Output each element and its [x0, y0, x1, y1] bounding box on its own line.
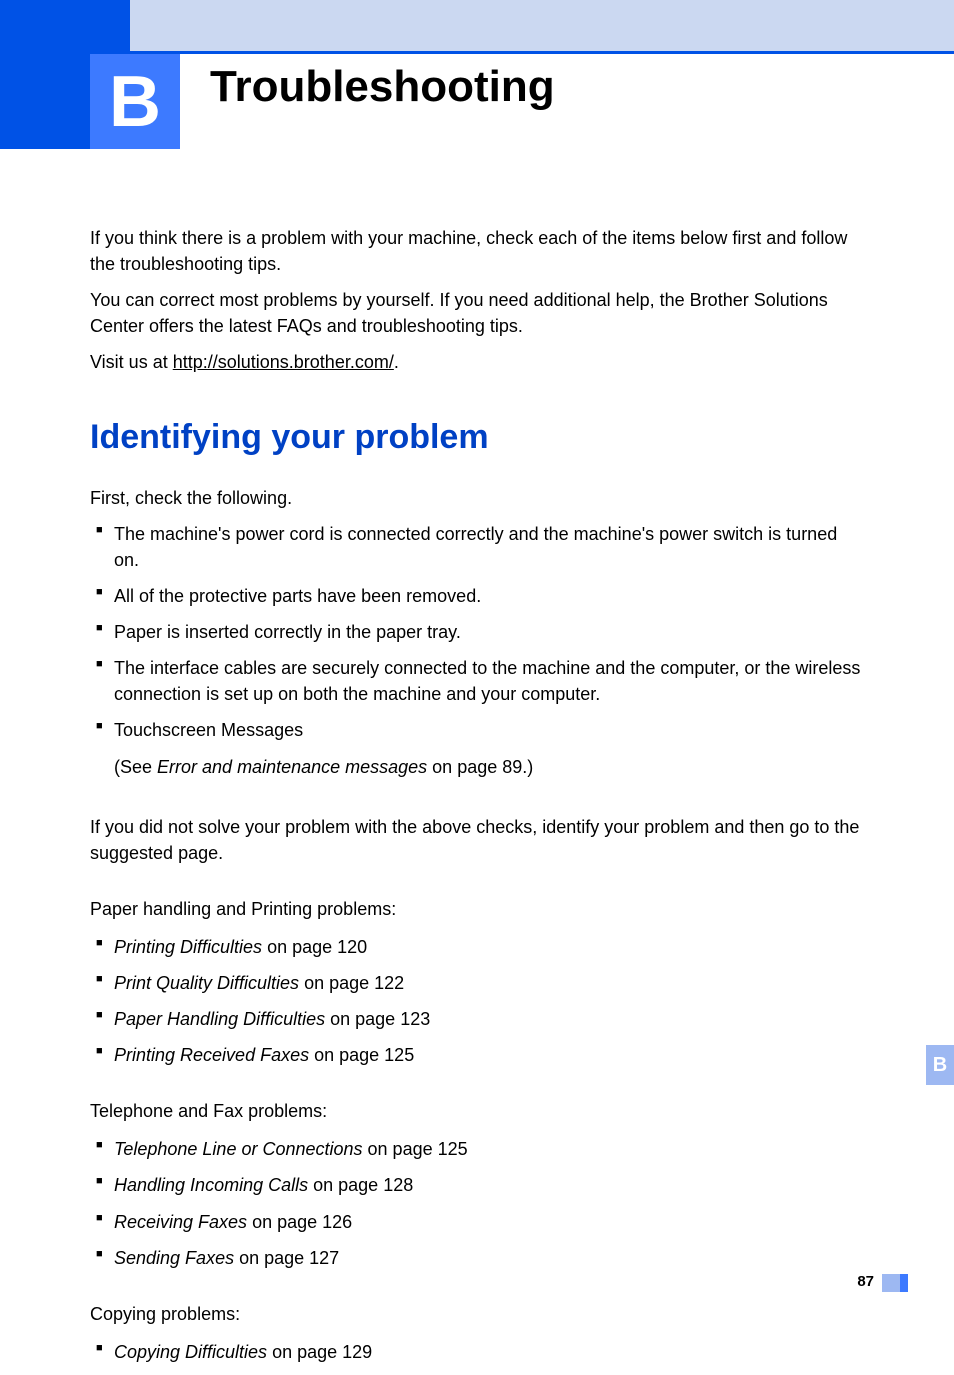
on-page: on page	[325, 1009, 400, 1029]
ref-item: Receiving Faxes on page 126	[90, 1209, 864, 1235]
on-page: on page	[299, 973, 374, 993]
subnote-suffix: on page 89.)	[427, 757, 533, 777]
post-check-paragraph: If you did not solve your problem with t…	[90, 814, 864, 866]
subnote-ref[interactable]: Error and maintenance messages	[157, 757, 427, 777]
on-page: on page	[262, 937, 337, 957]
ref-item: Print Quality Difficulties on page 122	[90, 970, 864, 996]
ref-item: Handling Incoming Calls on page 128	[90, 1172, 864, 1198]
check-item: All of the protective parts have been re…	[90, 583, 864, 609]
ref-title[interactable]: Paper Handling Difficulties	[114, 1009, 325, 1029]
check-list: The machine's power cord is connected co…	[90, 521, 864, 744]
ref-title[interactable]: Sending Faxes	[114, 1248, 234, 1268]
chapter-title: Troubleshooting	[210, 62, 555, 112]
page-number-mark	[882, 1274, 908, 1292]
ref-item: Sending Faxes on page 127	[90, 1245, 864, 1271]
group-list: Printing Difficulties on page 120 Print …	[90, 934, 864, 1068]
on-page: on page	[309, 1045, 384, 1065]
ref-item: Copying Difficulties on page 129	[90, 1339, 864, 1365]
on-page: on page	[363, 1139, 438, 1159]
ref-page: 127	[309, 1248, 339, 1268]
ref-title[interactable]: Handling Incoming Calls	[114, 1175, 308, 1195]
ref-title[interactable]: Receiving Faxes	[114, 1212, 247, 1232]
page-number: 87	[857, 1273, 874, 1290]
ref-page: 125	[384, 1045, 414, 1065]
ref-page: 125	[438, 1139, 468, 1159]
lead-text: First, check the following.	[90, 485, 864, 511]
ref-title[interactable]: Telephone Line or Connections	[114, 1139, 363, 1159]
intro-paragraph-3: Visit us at http://solutions.brother.com…	[90, 349, 864, 375]
ref-title[interactable]: Printing Difficulties	[114, 937, 262, 957]
ref-page: 129	[342, 1342, 372, 1362]
ref-page: 128	[383, 1175, 413, 1195]
group-heading: Copying problems:	[90, 1301, 864, 1327]
check-subnote: (See Error and maintenance messages on p…	[90, 754, 864, 780]
header-bar	[0, 0, 954, 54]
chapter-corner-strip	[0, 54, 90, 149]
side-tab: B	[926, 1045, 954, 1085]
section-heading: Identifying your problem	[90, 413, 864, 462]
ref-page: 120	[337, 937, 367, 957]
page-content: If you think there is a problem with you…	[90, 225, 864, 1375]
chapter-letter: B	[109, 66, 161, 138]
ref-title[interactable]: Print Quality Difficulties	[114, 973, 299, 993]
ref-item: Printing Difficulties on page 120	[90, 934, 864, 960]
on-page: on page	[308, 1175, 383, 1195]
check-item: Paper is inserted correctly in the paper…	[90, 619, 864, 645]
on-page: on page	[234, 1248, 309, 1268]
solutions-link[interactable]: http://solutions.brother.com/	[173, 352, 394, 372]
check-item: The machine's power cord is connected co…	[90, 521, 864, 573]
group-heading: Telephone and Fax problems:	[90, 1098, 864, 1124]
visit-label: Visit us at	[90, 352, 173, 372]
visit-suffix: .	[394, 352, 399, 372]
group-list: Telephone Line or Connections on page 12…	[90, 1136, 864, 1270]
chapter-letter-block: B	[90, 54, 180, 149]
group-heading: Paper handling and Printing problems:	[90, 896, 864, 922]
on-page: on page	[267, 1342, 342, 1362]
ref-title[interactable]: Copying Difficulties	[114, 1342, 267, 1362]
check-item: Touchscreen Messages	[90, 717, 864, 743]
side-tab-letter: B	[933, 1054, 947, 1077]
check-item: The interface cables are securely connec…	[90, 655, 864, 707]
ref-item: Paper Handling Difficulties on page 123	[90, 1006, 864, 1032]
ref-page: 122	[374, 973, 404, 993]
ref-item: Telephone Line or Connections on page 12…	[90, 1136, 864, 1162]
ref-title[interactable]: Printing Received Faxes	[114, 1045, 309, 1065]
group-list: Copying Difficulties on page 129	[90, 1339, 864, 1365]
ref-page: 123	[400, 1009, 430, 1029]
intro-paragraph-2: You can correct most problems by yoursel…	[90, 287, 864, 339]
ref-page: 126	[322, 1212, 352, 1232]
ref-item: Printing Received Faxes on page 125	[90, 1042, 864, 1068]
subnote-prefix: (See	[114, 757, 157, 777]
on-page: on page	[247, 1212, 322, 1232]
intro-paragraph-1: If you think there is a problem with you…	[90, 225, 864, 277]
